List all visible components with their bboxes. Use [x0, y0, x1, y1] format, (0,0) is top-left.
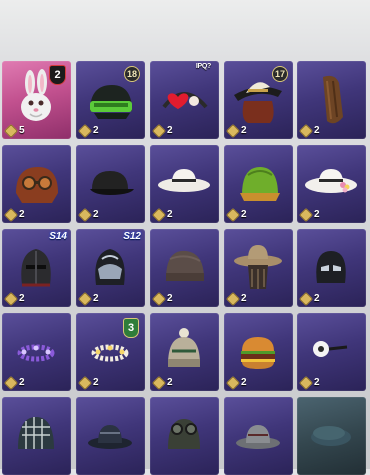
- item-flower-sun-hat[interactable]: 2: [297, 145, 366, 223]
- item-burger-hat-count: 2: [225, 375, 247, 390]
- item-knit-beanie[interactable]: 2: [150, 229, 219, 307]
- bucket-hat-icon: [88, 425, 132, 449]
- item-heart-headband-count: 2: [151, 123, 173, 138]
- inventory-grid: 2 5 18 2 IPQ? 2 17 2 2 2 2 2 2 2 S14 2 S…: [0, 0, 370, 475]
- coin-icon: [77, 375, 93, 390]
- item-green-beanie-badge: 18: [124, 66, 140, 82]
- coin-icon: [225, 375, 241, 390]
- item-black-mask-count: 2: [298, 291, 320, 306]
- item-silver-helmet-badge: S12: [123, 231, 141, 242]
- coin-icon: [77, 207, 93, 222]
- coin-icon: [151, 375, 167, 390]
- item-cowboy-hat-hair-badge: 17: [272, 66, 288, 82]
- item-aviator-cap-count: 2: [3, 207, 25, 222]
- coin-icon: [298, 375, 314, 390]
- item-long-hair-wig-count: 2: [298, 123, 320, 138]
- item-flower-sun-hat-count: 2: [298, 207, 320, 222]
- item-bucket-hat[interactable]: [76, 397, 145, 475]
- item-bunny-mask-badge: 2: [49, 65, 66, 85]
- coin-icon: [3, 207, 19, 222]
- item-knight-helmet-count: 2: [3, 291, 25, 306]
- coin-icon: [298, 123, 314, 138]
- coin-icon: [225, 123, 241, 138]
- item-cowboy-hat-hair[interactable]: 17 2: [224, 61, 293, 139]
- checkered-beanie-icon: [18, 417, 54, 449]
- item-black-cap-count: 2: [77, 207, 99, 222]
- item-bobble-beanie-count: 2: [151, 375, 173, 390]
- item-knight-helmet-badge: S14: [49, 231, 67, 242]
- coin-icon: [298, 291, 314, 306]
- item-aviator-cap[interactable]: 2: [2, 145, 71, 223]
- item-green-helmet[interactable]: 2: [224, 145, 293, 223]
- item-cowboy-hat-hair-count: 2: [225, 123, 247, 138]
- beret-icon: [311, 426, 351, 446]
- coin-icon: [298, 207, 314, 222]
- coin-icon: [3, 375, 19, 390]
- item-white-flower-crown-badge: 3: [123, 318, 139, 338]
- item-pilot-goggles-helmet[interactable]: [150, 397, 219, 475]
- item-knight-helmet[interactable]: S14 2: [2, 229, 71, 307]
- coin-icon: [225, 291, 241, 306]
- coin-icon: [151, 207, 167, 222]
- item-silver-helmet[interactable]: S12 2: [76, 229, 145, 307]
- coin-icon: [77, 291, 93, 306]
- item-eyeball-hat-count: 2: [298, 375, 320, 390]
- pilot-goggles-helmet-icon: [168, 419, 200, 449]
- coin-icon: [3, 291, 19, 306]
- item-white-flower-crown[interactable]: 3 2: [76, 313, 145, 391]
- coin-icon: [77, 123, 93, 138]
- item-bunny-mask-count: 5: [3, 123, 25, 138]
- item-white-sun-hat[interactable]: 2: [150, 145, 219, 223]
- item-silver-helmet-count: 2: [77, 291, 99, 306]
- item-knit-beanie-count: 2: [151, 291, 173, 306]
- item-green-beanie[interactable]: 18 2: [76, 61, 145, 139]
- item-grey-bucket-hat[interactable]: [224, 397, 293, 475]
- item-checkered-beanie[interactable]: [2, 397, 71, 475]
- item-beret[interactable]: [297, 397, 366, 475]
- item-heart-headband-badge: IPQ?: [195, 63, 211, 70]
- coin-icon: [151, 123, 167, 138]
- item-purple-flower-crown[interactable]: 2: [2, 313, 71, 391]
- coin-icon: [3, 123, 19, 138]
- item-long-hair-wig[interactable]: 2: [297, 61, 366, 139]
- item-black-cap[interactable]: 2: [76, 145, 145, 223]
- item-bunny-mask[interactable]: 2 5: [2, 61, 71, 139]
- item-eyeball-hat[interactable]: 2: [297, 313, 366, 391]
- item-black-mask[interactable]: 2: [297, 229, 366, 307]
- item-burger-hat[interactable]: 2: [224, 313, 293, 391]
- coin-icon: [151, 291, 167, 306]
- item-purple-flower-crown-count: 2: [3, 375, 25, 390]
- grey-bucket-hat-icon: [236, 425, 280, 449]
- item-green-beanie-count: 2: [77, 123, 99, 138]
- item-bobble-beanie[interactable]: 2: [150, 313, 219, 391]
- item-white-flower-crown-count: 2: [77, 375, 99, 390]
- item-scarecrow-hat-count: 2: [225, 291, 247, 306]
- item-heart-headband[interactable]: IPQ? 2: [150, 61, 219, 139]
- item-scarecrow-hat[interactable]: 2: [224, 229, 293, 307]
- coin-icon: [225, 207, 241, 222]
- item-white-sun-hat-count: 2: [151, 207, 173, 222]
- item-green-helmet-count: 2: [225, 207, 247, 222]
